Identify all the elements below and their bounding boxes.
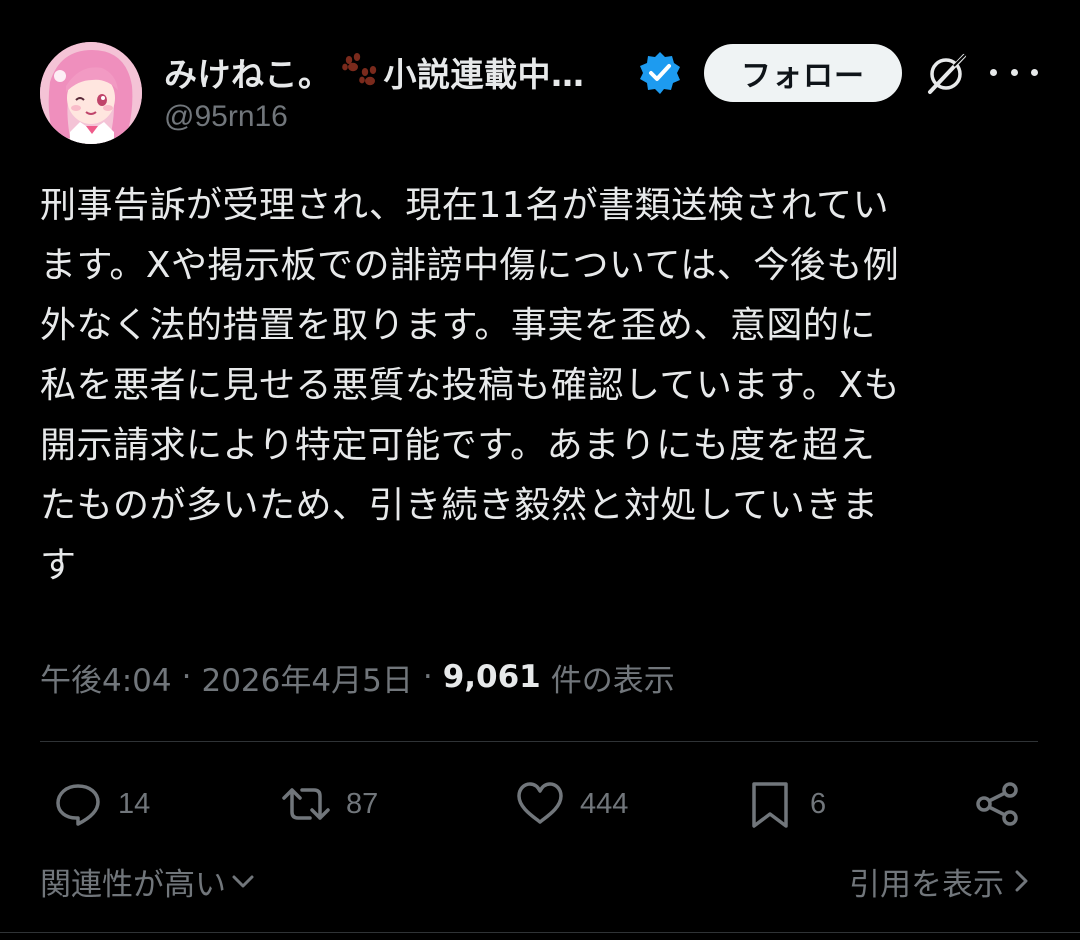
post-text: 刑事告訴が受理され、現在11名が書類送検されてい ます。Xや掲示板での誹謗中傷に… xyxy=(40,176,1040,596)
meta-separator: · xyxy=(181,659,192,695)
like-count: 444 xyxy=(580,787,629,820)
action-bar: 14 87 444 6 xyxy=(40,772,1040,836)
share-button[interactable] xyxy=(972,772,1024,836)
follow-button[interactable]: フォロー xyxy=(704,44,902,102)
more-dot-icon xyxy=(990,68,997,76)
post-time[interactable]: 午後4:04 xyxy=(40,655,172,700)
post-meta: 午後4:04 · 2026年4月5日 · 9,061 件の表示 xyxy=(40,652,675,702)
verified-badge-icon[interactable] xyxy=(638,50,682,94)
repost-icon xyxy=(282,788,330,820)
author-name-row[interactable]: みけねこ。 小説連載中… xyxy=(164,48,585,96)
view-quotes-label: 引用を表示 xyxy=(849,866,1004,903)
view-quotes-link[interactable]: 引用を表示 xyxy=(849,856,1034,906)
post-text-line: 開示請求により特定可能です。あまりにも度を超え xyxy=(40,425,876,466)
post-text-line: す xyxy=(40,545,77,586)
bookmark-button[interactable]: 6 xyxy=(744,772,826,836)
share-icon xyxy=(976,782,1018,826)
post-date[interactable]: 2026年4月5日 xyxy=(201,655,412,700)
meta-separator: · xyxy=(422,659,433,695)
divider xyxy=(40,741,1038,742)
more-options-icon[interactable] xyxy=(990,54,1038,90)
chevron-right-icon xyxy=(1015,870,1028,892)
more-dot-icon xyxy=(1031,68,1038,76)
post-header: みけねこ。 小説連載中… @95rn16 フォロー xyxy=(40,42,1040,146)
author-display-name-prefix[interactable]: みけねこ。 xyxy=(164,48,332,96)
post-text-line: 刑事告訴が受理され、現在11名が書類送検されてい xyxy=(40,185,890,226)
paw-prints-icon xyxy=(340,52,380,92)
chevron-down-icon xyxy=(232,875,254,888)
avatar[interactable] xyxy=(40,42,142,144)
like-button[interactable]: 444 xyxy=(514,772,628,836)
repost-button[interactable]: 87 xyxy=(280,772,378,836)
divider xyxy=(0,932,1080,933)
heart-icon xyxy=(517,782,563,824)
sort-label: 関連性が高い xyxy=(40,866,226,903)
author-handle[interactable]: @95rn16 xyxy=(164,100,288,134)
reply-count: 14 xyxy=(118,787,151,820)
author-display-name-suffix[interactable]: 小説連載中… xyxy=(384,48,585,96)
views-count[interactable]: 9,061 xyxy=(443,659,541,695)
anime-girl-avatar-icon xyxy=(40,42,142,144)
post-text-line: たものが多いため、引き続き毅然と対処していきま xyxy=(40,485,879,526)
repost-count: 87 xyxy=(346,787,379,820)
sort-replies-dropdown[interactable]: 関連性が高い xyxy=(40,856,256,906)
reply-icon xyxy=(56,784,100,826)
more-dot-icon xyxy=(1010,68,1018,76)
views-label[interactable]: 件の表示 xyxy=(551,655,675,700)
bookmark-icon xyxy=(752,782,788,828)
reply-button[interactable]: 14 xyxy=(52,772,150,836)
post-text-line: 私を悪者に見せる悪質な投稿も確認しています。Xも xyxy=(40,365,900,406)
post-text-line: 外なく法的措置を取ります。事実を歪め、意図的に xyxy=(40,305,876,346)
bookmark-count: 6 xyxy=(810,787,827,820)
post-text-line: ます。Xや掲示板での誹謗中傷については、今後も例 xyxy=(40,245,900,286)
grok-icon[interactable] xyxy=(924,50,970,96)
